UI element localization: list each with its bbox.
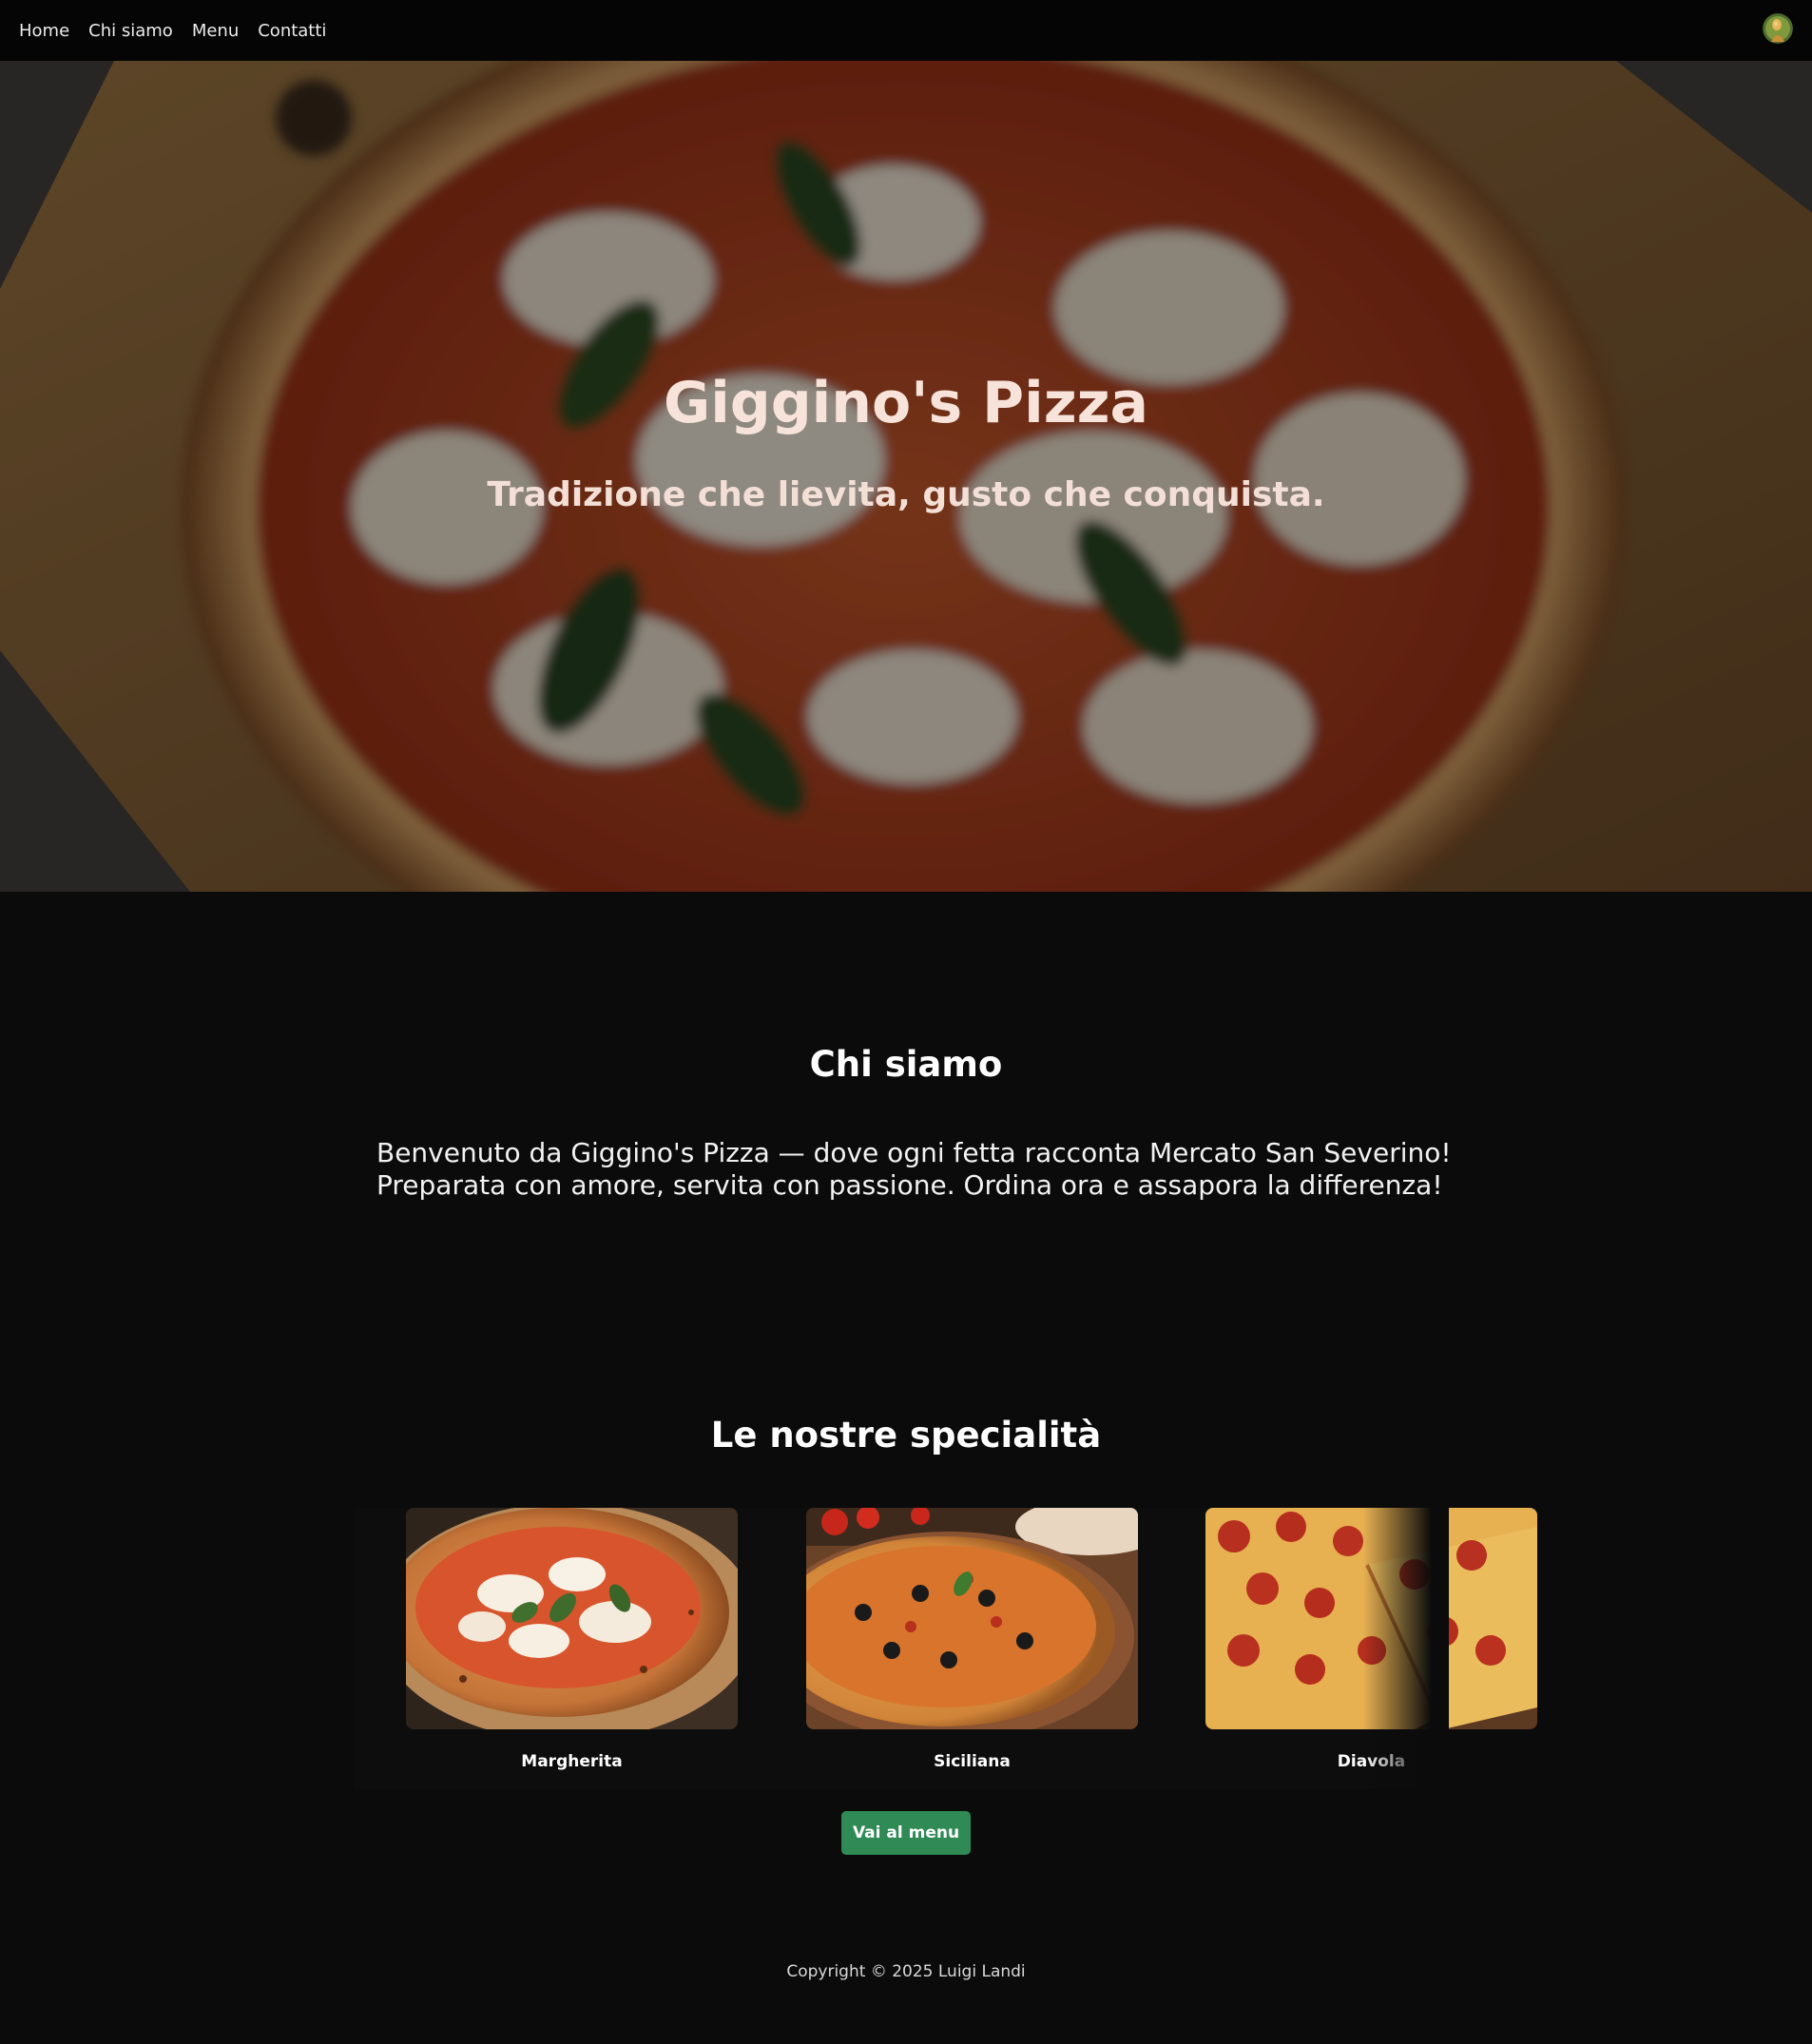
about-text: Benvenuto da Giggino's Pizza — dove ogni… — [376, 1137, 1479, 1202]
pizza-name-margherita: Margherita — [521, 1752, 623, 1771]
specialties-section: Le nostre specialità Margherita Sicilian… — [0, 1329, 1812, 1861]
pizza-card-diavola[interactable]: Diavola — [1205, 1508, 1537, 1771]
go-to-menu-button[interactable]: Vai al menu — [841, 1811, 971, 1855]
about-title: Chi siamo — [809, 1044, 1003, 1085]
avatar-image — [1763, 13, 1793, 44]
nav-link-contatti[interactable]: Contatti — [258, 21, 326, 41]
avatar[interactable] — [1763, 13, 1793, 44]
hero-section: Giggino's Pizza Tradizione che lievita, … — [0, 61, 1812, 892]
hero-subtitle: Tradizione che lievita, gusto che conqui… — [487, 475, 1325, 514]
pizza-name-siciliana: Siciliana — [934, 1752, 1011, 1771]
nav-link-home[interactable]: Home — [19, 21, 69, 41]
nav-link-menu[interactable]: Menu — [192, 21, 239, 41]
specialties-carousel[interactable]: Margherita Siciliana Diavola — [354, 1508, 1537, 1789]
about-text-line-1: Benvenuto da Giggino's Pizza — dove ogni… — [376, 1137, 1452, 1168]
about-section: Chi siamo Benvenuto da Giggino's Pizza —… — [0, 892, 1812, 1329]
about-text-line-2: Preparata con amore, servita con passion… — [376, 1169, 1443, 1201]
pizza-card-siciliana[interactable]: Siciliana — [806, 1508, 1138, 1771]
footer-copyright: Copyright © 2025 Luigi Landi — [786, 1962, 1026, 1981]
pizza-image-siciliana — [806, 1508, 1138, 1729]
nav-link-chi-siamo[interactable]: Chi siamo — [88, 21, 173, 41]
specialties-title: Le nostre specialità — [710, 1415, 1102, 1456]
pizza-card-margherita[interactable]: Margherita — [406, 1508, 738, 1771]
nav-links: Home Chi siamo Menu Contatti — [19, 21, 326, 41]
pizza-name-diavola: Diavola — [1337, 1752, 1406, 1771]
navbar: Home Chi siamo Menu Contatti — [0, 0, 1812, 61]
hero-title: Giggino's Pizza — [663, 370, 1149, 436]
pizza-image-margherita — [406, 1508, 738, 1729]
pizza-image-diavola — [1205, 1508, 1537, 1729]
